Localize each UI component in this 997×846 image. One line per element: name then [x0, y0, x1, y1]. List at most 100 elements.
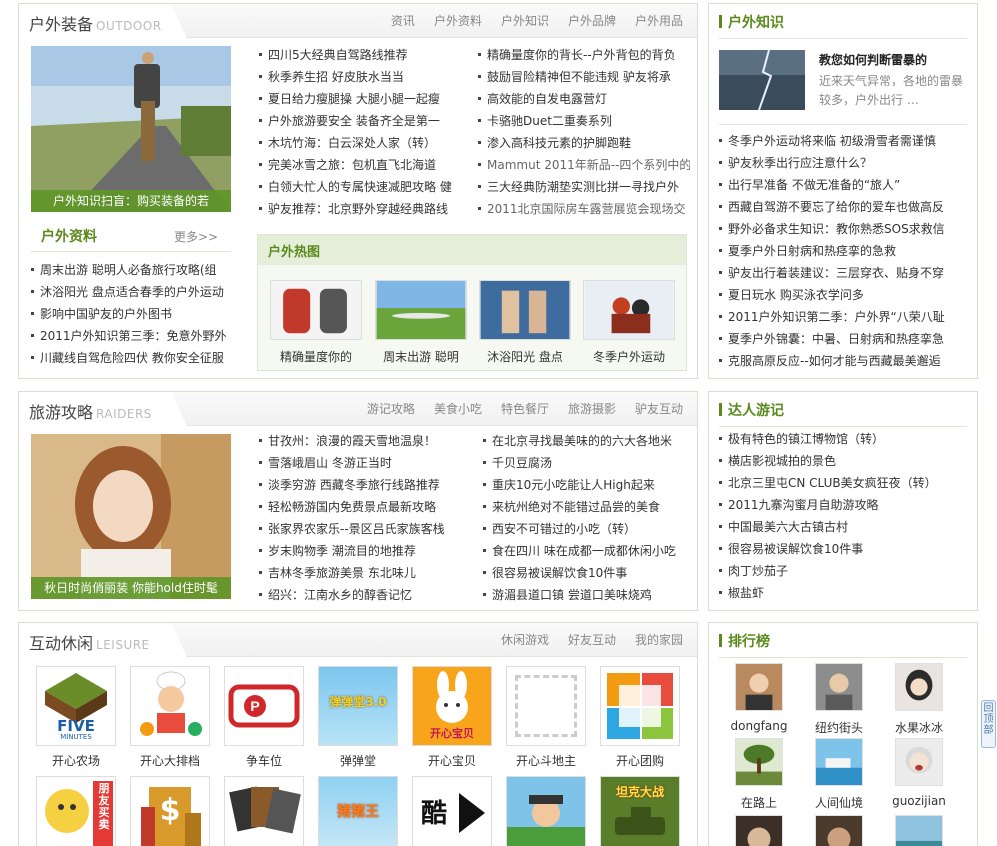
ranking-user[interactable] [887, 815, 951, 846]
game-parking[interactable]: P 争车位 [224, 666, 304, 769]
list-item[interactable]: 极有特色的镇江博物馆（转） [719, 428, 973, 450]
list-item[interactable]: 淡季穷游 西藏冬季旅行线路推荐 [259, 474, 471, 496]
travel-tab[interactable]: 驴友互动 [635, 402, 683, 416]
list-item[interactable]: 北京三里屯CN CLUB美女疯狂夜（转） [719, 472, 973, 494]
list-item[interactable]: 渗入高科技元素的护脚跑鞋 [478, 132, 690, 154]
list-item[interactable]: 夏日给力瘦腿操 大腿小腿一起瘦 [259, 88, 467, 110]
list-item[interactable]: 轻松畅游国内免费景点最新攻略 [259, 496, 471, 518]
list-item[interactable]: 出行早准备 不做无准备的“旅人” [719, 174, 973, 196]
list-item[interactable]: 绍兴：江南水乡的醇香记忆 [259, 584, 471, 606]
ranking-user[interactable] [807, 815, 871, 846]
list-item[interactable]: 来杭州绝对不能错过品尝的美食 [483, 496, 691, 518]
list-item[interactable]: 四川5大经典自驾路线推荐 [259, 44, 467, 66]
leisure-tab[interactable]: 我的家园 [635, 633, 683, 647]
ranking-user[interactable]: 水果冰冰 [887, 663, 951, 736]
game-label[interactable]: 开心农场 [36, 752, 116, 769]
outdoor-tab[interactable]: 户外资料 [434, 14, 482, 28]
list-item[interactable]: 雪落峨眉山 冬游正当时 [259, 452, 471, 474]
list-item[interactable]: 西安不可错过的小吃（转） [483, 518, 691, 540]
list-item[interactable]: 2011北京国际房车露营展览会现场交 [478, 198, 690, 220]
leisure-tab[interactable]: 好友互动 [568, 633, 616, 647]
list-item[interactable]: 驴友推荐：北京野外穿越经典路线 [259, 198, 467, 220]
game-farm[interactable]: FIVE MINUTES 开心农场 [36, 666, 116, 769]
outdoor-feature-photo[interactable]: 户外知识扫盲：购买装备的若 [31, 46, 231, 212]
game-dandan[interactable]: 弹弹堂3.0 弹弹堂 [318, 666, 398, 769]
outdoor-photo-caption[interactable]: 户外知识扫盲：购买装备的若 [31, 190, 231, 212]
list-item[interactable]: 2011户外知识第三季：免意外野外 [31, 325, 236, 347]
ranking-user[interactable]: guozijian [887, 738, 951, 808]
game-label[interactable]: 开心宝贝 [412, 752, 492, 769]
game-tank-war[interactable]: 坦克大战 [600, 776, 680, 846]
game-money[interactable]: $ [130, 776, 210, 846]
list-item[interactable]: 吉林冬季旅游美景 东北味儿 [259, 562, 471, 584]
game-baby[interactable]: 开心宝贝 开心宝贝 [412, 666, 492, 769]
list-item[interactable]: 夏日玩水 购买泳衣学问多 [719, 284, 973, 306]
list-item[interactable]: 秋季养生招 好皮肤水当当 [259, 66, 467, 88]
game-groupbuy[interactable]: 开心团购 [600, 666, 680, 769]
list-item[interactable]: 完美冰雪之旅：包机直飞北海道 [259, 154, 467, 176]
list-item[interactable]: 夏季户外锦囊：中暑、日射病和热痉挛急 [719, 328, 973, 350]
ranking-user[interactable]: 在路上 [727, 738, 791, 811]
leisure-tab[interactable]: 休闲游戏 [501, 633, 549, 647]
game-label[interactable]: 开心大排档 [130, 752, 210, 769]
list-item[interactable]: 重庆10元小吃能让人High起来 [483, 474, 691, 496]
list-item[interactable]: 横店影视城拍的景色 [719, 450, 973, 472]
ranking-user[interactable] [727, 815, 791, 846]
outdoor-tab[interactable]: 户外品牌 [568, 14, 616, 28]
list-item[interactable]: 西藏自驾游不要忘了给你的爱车也做高反 [719, 196, 973, 218]
list-item[interactable]: 影响中国驴友的户外图书 [31, 303, 236, 325]
list-item[interactable]: 很容易被误解饮食10件事 [483, 562, 691, 584]
list-item[interactable]: Mammut 2011年新品--四个系列中的 [478, 154, 690, 176]
list-item[interactable]: 沐浴阳光 盘点适合春季的户外运动 [31, 281, 236, 303]
back-to-top-button[interactable]: 回顶部 [981, 700, 996, 748]
list-item[interactable]: 三大经典防潮垫实测比拼一寻找户外 [478, 176, 690, 198]
list-item[interactable]: 食在四川 味在成都一成都休闲小吃 [483, 540, 691, 562]
game-label[interactable]: 弹弹堂 [318, 752, 398, 769]
travel-photo-caption[interactable]: 秋日时尚俏丽装 你能hold住时髦 [31, 577, 231, 599]
list-item[interactable]: 卡骆驰Duet二重奏系列 [478, 110, 690, 132]
list-item[interactable]: 高效能的自发电露营灯 [478, 88, 690, 110]
game-ku[interactable]: 酷 [412, 776, 492, 846]
game-pig-king[interactable]: 猪猪王 [318, 776, 398, 846]
list-item[interactable]: 白领大忙人的专属快速减肥攻略 健 [259, 176, 467, 198]
hot-thumb[interactable]: 周末出游 聪明 [375, 280, 467, 365]
game-label[interactable]: 争车位 [224, 752, 304, 769]
list-item[interactable]: 驴友出行着装建议：三层穿衣、贴身不穿 [719, 262, 973, 284]
outdoor-tab[interactable]: 资讯 [391, 14, 415, 28]
game-pirate[interactable] [506, 776, 586, 846]
list-item[interactable]: 张家界农家乐--景区吕氏家族客栈 [259, 518, 471, 540]
game-label[interactable]: 开心斗地主 [506, 752, 586, 769]
list-item[interactable]: 鼓励冒险精神但不能违规 驴友将承 [478, 66, 690, 88]
lightning-image[interactable] [719, 50, 805, 110]
list-item[interactable]: 岁末购物季 潮流目的地推荐 [259, 540, 471, 562]
list-item[interactable]: 甘孜州：浪漫的霞天雪地温泉！ [259, 430, 471, 452]
ranking-user[interactable]: 纽约街头 [807, 663, 871, 736]
list-item[interactable]: 精确量度你的背长--户外背包的背负 [478, 44, 690, 66]
game-cards[interactable] [224, 776, 304, 846]
list-item[interactable]: 椒盐虾 [719, 582, 973, 604]
list-item[interactable]: 户外旅游要安全 装备齐全是第一 [259, 110, 467, 132]
game-label[interactable]: 开心团购 [600, 752, 680, 769]
list-item[interactable]: 夏季户外日射病和热痉挛的急救 [719, 240, 973, 262]
ranking-user[interactable]: dongfang [727, 663, 791, 733]
list-item[interactable]: 驴友秋季出行应注意什么？ [719, 152, 973, 174]
ranking-user[interactable]: 人间仙境 [807, 738, 871, 811]
list-item[interactable]: 很容易被误解饮食10件事 [719, 538, 973, 560]
outdoor-tab[interactable]: 户外知识 [501, 14, 549, 28]
travel-feature-photo[interactable]: 秋日时尚俏丽装 你能hold住时髦 [31, 434, 231, 599]
travel-tab[interactable]: 游记攻略 [367, 402, 415, 416]
list-item[interactable]: 游湄县道口镇 尝道口美味烧鸡 [483, 584, 691, 606]
hot-thumb[interactable]: 沐浴阳光 盘点 [479, 280, 571, 365]
list-item[interactable]: 在北京寻找最美味的的六大各地米 [483, 430, 691, 452]
list-item[interactable]: 中国最美六大古镇古村 [719, 516, 973, 538]
hot-thumb[interactable]: 冬季户外运动 [583, 280, 675, 365]
outdoor-tab[interactable]: 户外用品 [635, 14, 683, 28]
list-item[interactable]: 川藏线自驾危险四伏 教你安全征服 [31, 347, 236, 369]
travel-tab[interactable]: 旅游摄影 [568, 402, 616, 416]
game-friend-trade[interactable]: 朋友买卖 [36, 776, 116, 846]
list-item[interactable]: 千贝豆腐汤 [483, 452, 691, 474]
list-item[interactable]: 野外必备求生知识：教你熟悉SOS求救信 [719, 218, 973, 240]
list-item[interactable]: 冬季户外运动将来临 初级滑雪者需谨慎 [719, 130, 973, 152]
list-item[interactable]: 周末出游 聪明人必备旅行攻略(组 [31, 259, 236, 281]
knowledge-feature-title[interactable]: 教您如何判断雷暴的 [819, 51, 927, 68]
